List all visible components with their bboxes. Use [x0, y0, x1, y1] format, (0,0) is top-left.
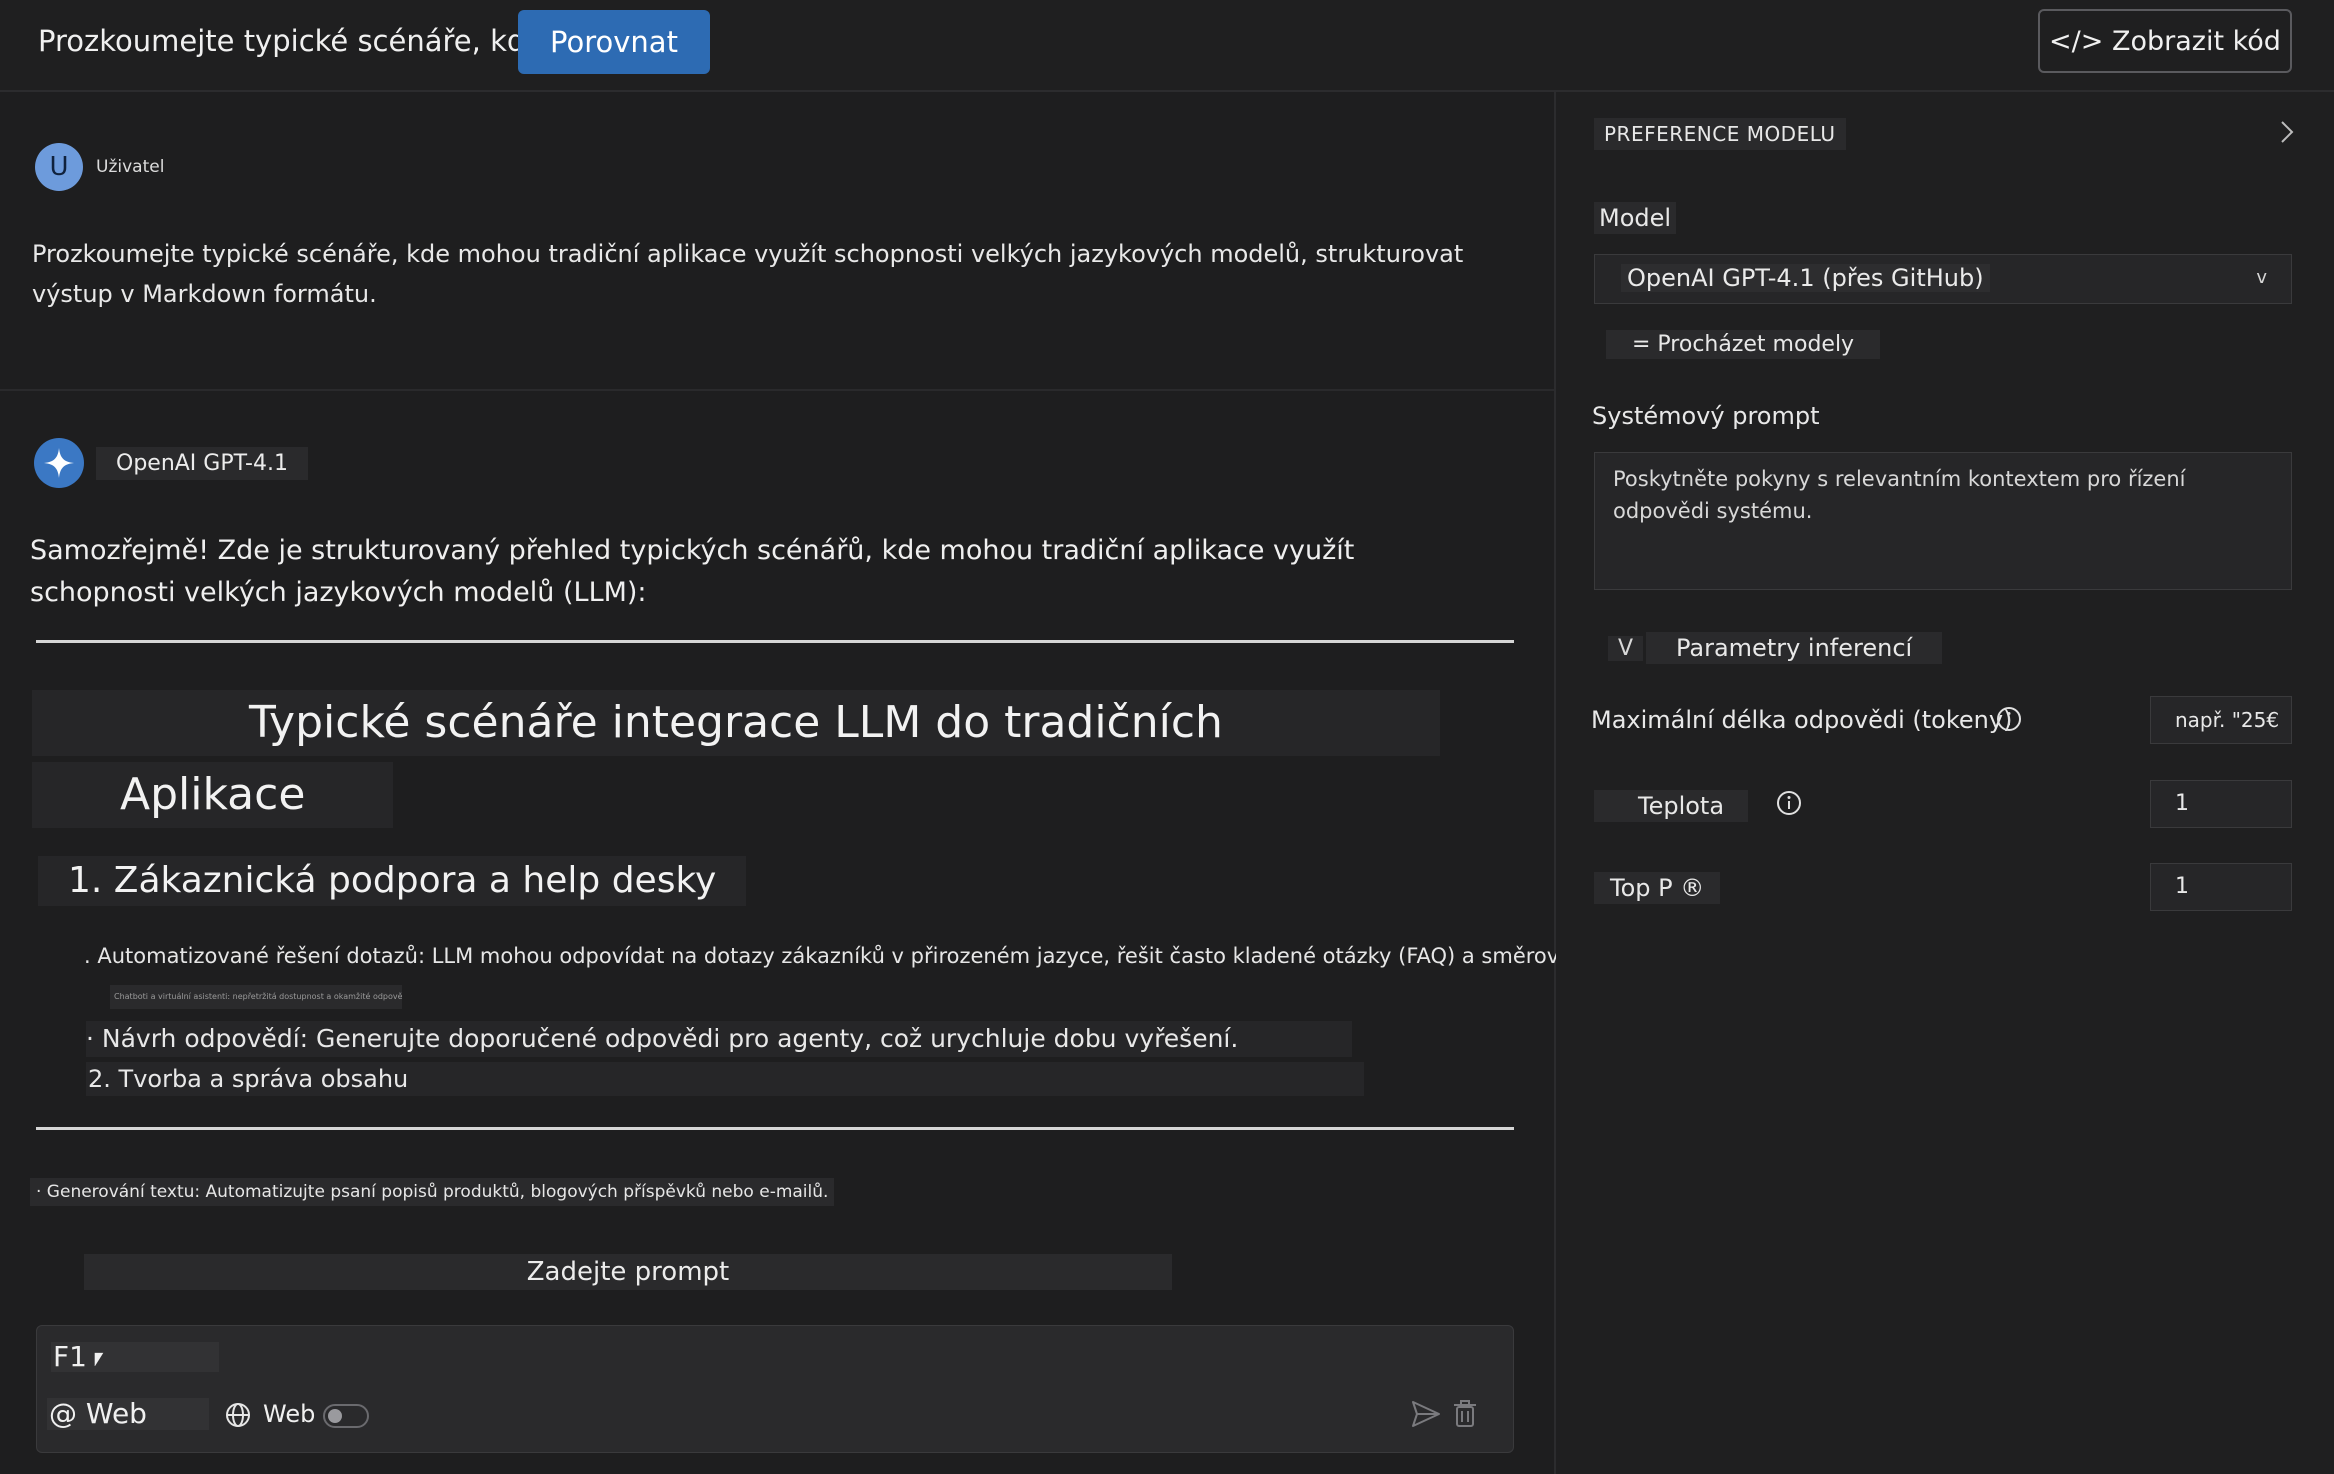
response-heading-line2: Aplikace [32, 762, 394, 828]
chevron-down-icon: v [2256, 267, 2267, 288]
horizontal-rule [36, 1127, 1514, 1130]
conversation-title: Prozkoumejte typické scénáře, kde ... [38, 24, 580, 58]
toggle-knob [328, 1409, 342, 1423]
chevron-right-icon[interactable] [2278, 118, 2296, 146]
system-prompt-placeholder: Poskytněte pokyny s relevantním kontexte… [1613, 467, 2186, 523]
globe-icon [226, 1403, 250, 1427]
prompt-label: Zadejte prompt [84, 1254, 1172, 1290]
send-icon[interactable] [1411, 1400, 1441, 1428]
inference-collapse-toggle[interactable]: V [1608, 636, 1644, 661]
response-heading-line1: Typické scénáře integrace LLM do tradičn… [32, 690, 1440, 756]
web-mention[interactable]: @ Web [47, 1398, 209, 1430]
model-select-value: OpenAI GPT-4.1 (přes GitHub) [1621, 264, 1990, 292]
user-name: Uživatel [96, 157, 165, 177]
assistant-intro: Samozřejmě! Zde je strukturovaný přehled… [30, 535, 1355, 608]
horizontal-rule [36, 640, 1514, 643]
info-icon[interactable] [1776, 790, 1802, 816]
max-tokens-input[interactable]: např. "25€ [2150, 696, 2292, 744]
message-separator [0, 389, 1554, 391]
temperature-label: Teplota [1594, 790, 1749, 822]
info-icon[interactable] [1996, 706, 2022, 732]
show-code-button[interactable]: </> Zobrazit kód [2038, 9, 2292, 73]
model-select[interactable]: OpenAI GPT-4.1 (přes GitHub) v [1594, 254, 2292, 304]
sparkle-icon [44, 448, 74, 478]
web-toggle[interactable] [323, 1404, 369, 1428]
prompt-input-box[interactable]: F1⎖ @ Web Web [36, 1325, 1514, 1453]
max-tokens-label: Maximální délka odpovědi (tokeny) [1591, 706, 2013, 734]
compare-button[interactable]: Porovnat [518, 10, 710, 74]
inference-section-label[interactable]: Parametry inferencí [1646, 632, 1943, 664]
list-subitem: Chatboti a virtuální asistenti: nepřetrž… [110, 985, 402, 1009]
top-p-input[interactable]: 1 [2150, 863, 2292, 911]
web-toggle-label: Web [263, 1400, 316, 1428]
temperature-input[interactable]: 1 [2150, 780, 2292, 828]
list-item: . Automatizované řešení dotazů: LLM moho… [84, 944, 1682, 968]
list-item: 2. Tvorba a správa obsahu [86, 1062, 1364, 1096]
settings-header: PREFERENCE MODELU [1594, 118, 1846, 150]
list-item: · Návrh odpovědí: Generujte doporučené o… [86, 1021, 1352, 1057]
trash-icon[interactable] [1453, 1400, 1477, 1428]
prompt-input[interactable]: F1⎖ [51, 1342, 219, 1372]
response-heading: Typické scénáře integrace LLM do tradičn… [32, 690, 1440, 828]
system-prompt-field[interactable]: Poskytněte pokyny s relevantním kontexte… [1594, 452, 2292, 590]
model-label: Model [1594, 202, 1677, 234]
browse-models-button[interactable]: = Procházet modely [1606, 330, 1881, 359]
user-message: Prozkoumejte typické scénáře, kde mohou … [32, 240, 1464, 308]
user-avatar: U [35, 143, 83, 191]
assistant-avatar [34, 438, 84, 488]
system-prompt-label: Systémový prompt [1592, 402, 1820, 430]
assistant-name: OpenAI GPT-4.1 [96, 447, 308, 480]
top-p-label: Top P ® [1594, 872, 1721, 904]
list-item: · Generování textu: Automatizujte psaní … [30, 1178, 835, 1206]
section-heading: 1. Zákaznická podpora a help desky [38, 856, 747, 906]
top-bar: Prozkoumejte typické scénáře, kde ... Po… [0, 0, 2334, 92]
